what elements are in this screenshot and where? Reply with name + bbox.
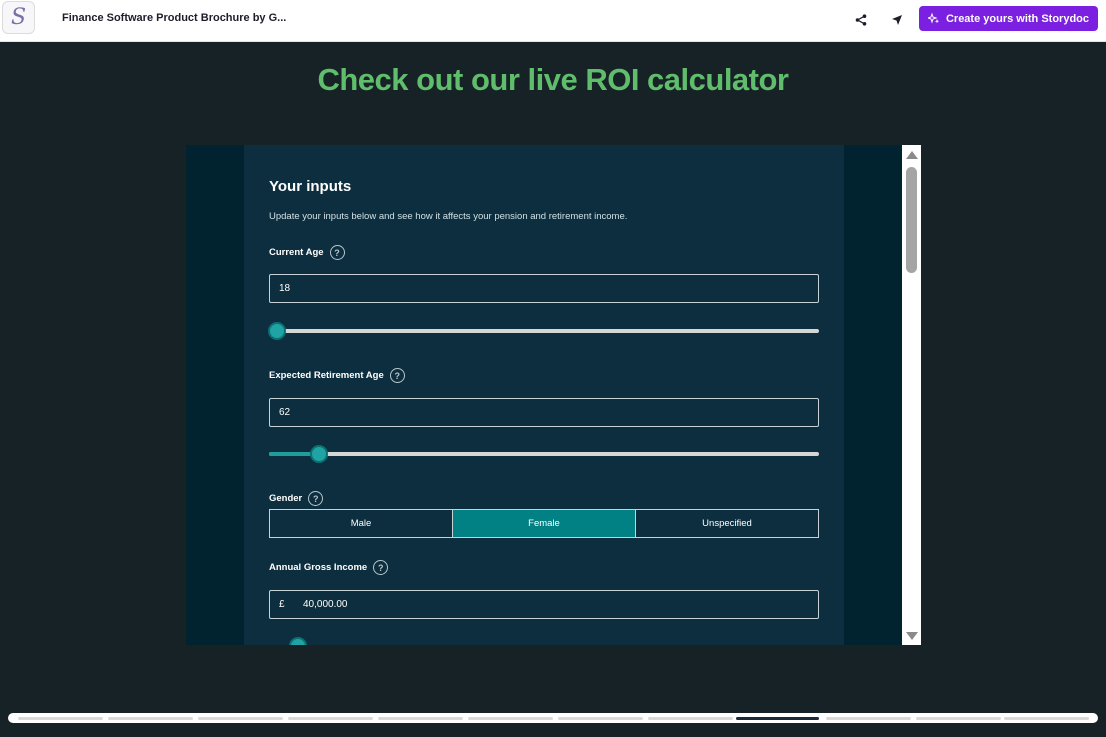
retirement-age-label: Expected Retirement Age ? — [269, 368, 405, 383]
progress-segment[interactable] — [648, 717, 733, 720]
currency-prefix: £ — [279, 591, 303, 618]
send-icon[interactable] — [887, 10, 907, 30]
income-label-text: Annual Gross Income — [269, 562, 368, 573]
panel-title: Your inputs — [269, 178, 352, 195]
share-icon[interactable] — [851, 10, 871, 30]
sparkle-icon — [927, 12, 940, 24]
page-heading: Check out our live ROI calculator — [317, 62, 789, 97]
slider-track — [269, 452, 819, 456]
current-age-label: Current Age ? — [269, 245, 345, 260]
progress-segment[interactable] — [558, 717, 643, 720]
retirement-age-value: 62 — [279, 407, 291, 418]
gender-option-unspecified[interactable]: Unspecified — [636, 510, 818, 537]
progress-segment-current[interactable] — [736, 717, 819, 720]
progress-segment[interactable] — [108, 717, 193, 720]
gender-selector: Male Female Unspecified — [269, 509, 819, 538]
scroll-down-arrow[interactable] — [906, 632, 918, 640]
current-age-input[interactable]: 18 — [269, 274, 819, 303]
income-value: 40,000.00 — [303, 599, 348, 610]
scroll-up-arrow[interactable] — [906, 151, 918, 159]
slide-progress-bar — [8, 713, 1098, 723]
retirement-age-input[interactable]: 62 — [269, 398, 819, 427]
slider-track — [269, 329, 819, 333]
help-icon[interactable]: ? — [389, 368, 405, 383]
panel-description: Update your inputs below and see how it … — [269, 211, 628, 222]
top-bar: S Finance Software Product Brochure by G… — [0, 0, 1106, 42]
progress-segment[interactable] — [378, 717, 463, 720]
progress-segment[interactable] — [468, 717, 553, 720]
slider-thumb[interactable] — [268, 322, 286, 340]
income-slider-thumb[interactable] — [289, 637, 307, 645]
progress-segment[interactable] — [916, 717, 1001, 720]
progress-segment[interactable] — [826, 717, 911, 720]
logo-letter: S — [10, 5, 27, 30]
gender-option-female[interactable]: Female — [453, 510, 636, 537]
document-title: Finance Software Product Brochure by G..… — [62, 12, 287, 24]
storydoc-logo[interactable]: S — [2, 1, 35, 34]
help-icon[interactable]: ? — [308, 491, 324, 506]
progress-segment[interactable] — [198, 717, 283, 720]
progress-segment[interactable] — [18, 717, 103, 720]
income-label: Annual Gross Income ? — [269, 560, 389, 575]
inputs-panel: Your inputs Update your inputs below and… — [244, 145, 844, 645]
help-icon[interactable]: ? — [373, 560, 389, 575]
gender-option-male[interactable]: Male — [270, 510, 453, 537]
progress-segment[interactable] — [1004, 717, 1089, 720]
income-input[interactable]: £ 40,000.00 — [269, 590, 819, 619]
retirement-age-slider[interactable] — [269, 445, 819, 463]
scroll-thumb[interactable] — [906, 167, 917, 273]
current-age-value: 18 — [279, 283, 291, 294]
current-age-label-text: Current Age — [269, 247, 324, 258]
roi-calculator-embed: Your inputs Update your inputs below and… — [186, 145, 921, 645]
gender-label-text: Gender — [269, 493, 303, 504]
slider-thumb[interactable] — [310, 445, 329, 463]
embed-scrollbar[interactable] — [902, 145, 921, 645]
cta-label: Create yours with Storydoc — [945, 12, 1090, 25]
current-age-slider[interactable] — [268, 322, 819, 340]
create-yours-button[interactable]: Create yours with Storydoc — [919, 6, 1098, 31]
retirement-age-label-text: Expected Retirement Age — [269, 370, 384, 381]
gender-label: Gender ? — [269, 491, 324, 506]
help-icon[interactable]: ? — [329, 245, 345, 260]
progress-segment[interactable] — [288, 717, 373, 720]
